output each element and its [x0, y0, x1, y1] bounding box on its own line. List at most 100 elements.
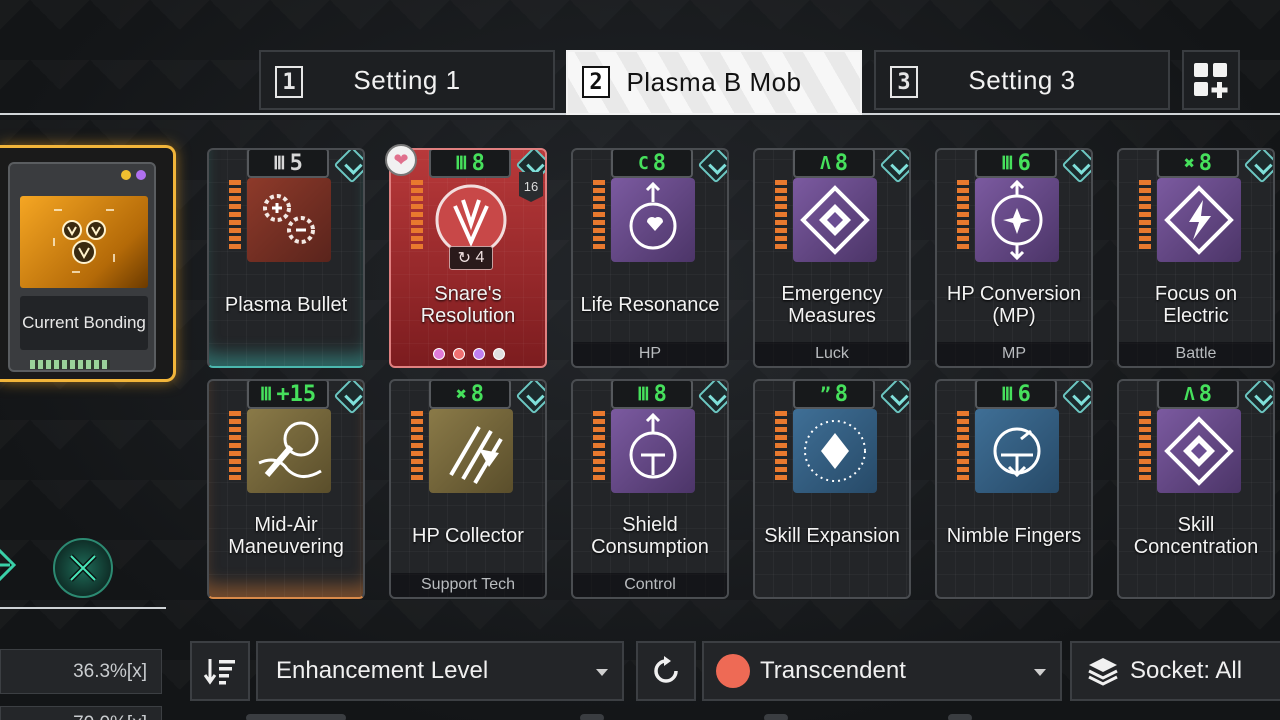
module-category: MP — [937, 342, 1091, 366]
enhancement-bars — [229, 411, 241, 481]
grapple-hook-icon — [247, 409, 331, 493]
module-category: Control — [573, 573, 727, 597]
socket-filter-button[interactable]: Socket: All — [1070, 641, 1280, 701]
slash-bars-icon: Ⅲ — [259, 383, 273, 405]
module-cost-value: 8 — [834, 150, 849, 176]
module-cost-value: +15 — [276, 381, 317, 407]
slash-bars-icon: Ⅲ — [1001, 383, 1014, 405]
refresh-icon — [654, 656, 678, 683]
module-card[interactable]: Ⅲ +15 Mid-Air Maneuvering — [207, 379, 365, 599]
cooldown-badge: ↻ 4 — [449, 246, 493, 270]
tab-setting-3[interactable]: 3 Setting 3 — [874, 50, 1170, 110]
shield-cycle-icon — [611, 409, 695, 493]
module-name: HP Conversion (MP) — [946, 283, 1082, 327]
bonding-progress-bar — [30, 360, 110, 369]
gem-dot — [453, 348, 465, 360]
tab-setting-1[interactable]: 1 Setting 1 — [259, 50, 555, 110]
module-cost-value: 8 — [652, 150, 667, 176]
tab-number: 3 — [890, 66, 918, 98]
lightning-diamond-icon — [1157, 178, 1241, 262]
module-edge-icon[interactable] — [0, 545, 18, 585]
tab-plasma-b-mob[interactable]: 2 Plasma B Mob — [566, 50, 862, 115]
module-category: HP — [573, 342, 727, 366]
sort-order-button[interactable] — [190, 641, 250, 701]
tab-number: 1 — [275, 66, 303, 98]
enhancement-bars — [593, 180, 605, 250]
module-card[interactable]: ” 8 Skill Expansion — [753, 379, 911, 599]
claw-slash-icon — [429, 409, 513, 493]
tab-number: 2 — [582, 66, 610, 98]
stat-value-row: 70.0%[x] — [0, 706, 162, 720]
enhancement-bars — [957, 180, 969, 250]
module-card[interactable]: Λ 8 Skill Concentration — [1117, 379, 1275, 599]
diamond-pattern-icon — [793, 178, 877, 262]
rarity-color-icon — [716, 654, 750, 688]
module-cost-value: 8 — [1198, 381, 1213, 407]
module-cost-badge: Ⅲ6 — [975, 381, 1057, 409]
current-bonding-panel[interactable]: Current Bonding — [0, 145, 176, 382]
gem-dot — [433, 348, 445, 360]
favorite-heart-icon[interactable]: ❤ — [385, 144, 417, 176]
module-card[interactable]: C 8 Life Resonance HP — [571, 148, 729, 368]
row-stub — [246, 714, 346, 720]
layers-icon — [1088, 658, 1118, 686]
c-shape-icon: C — [637, 152, 649, 174]
heart-arrow-icon — [611, 178, 695, 262]
module-category: Battle — [1119, 342, 1273, 366]
gem-dots — [433, 348, 505, 360]
add-preset-button[interactable] — [1182, 50, 1240, 110]
enhancement-bars — [593, 411, 605, 481]
socket-shield-icon — [697, 150, 727, 184]
socket-filter-label: Socket: All — [1130, 657, 1243, 684]
module-card[interactable]: Λ 8 Emergency Measures Luck — [753, 148, 911, 368]
module-card[interactable]: Ⅲ 6 Nimble Fingers — [935, 379, 1093, 599]
module-name: Skill Concentration — [1133, 514, 1259, 558]
module-name: Snare's Resolution — [420, 283, 516, 327]
module-name: Mid-Air Maneuvering — [228, 514, 344, 558]
module-card[interactable]: ✖ 8 Focus on Electric Battle — [1117, 148, 1275, 368]
sparkle-diamond-icon — [793, 409, 877, 493]
module-cost-badge: Λ8 — [793, 150, 875, 178]
module-name: Life Resonance — [580, 294, 720, 316]
module-cost-badge: Ⅲ8 — [429, 150, 511, 178]
sort-dropdown[interactable]: Enhancement Level — [256, 641, 624, 701]
grid-plus-icon — [1194, 63, 1228, 98]
bonding-dot — [121, 170, 131, 180]
refresh-icon: ↻ — [457, 250, 472, 267]
socket-shield-icon — [333, 381, 363, 415]
module-cost-value: 8 — [653, 381, 667, 407]
tab-label: Setting 1 — [353, 64, 461, 95]
module-cost-value: 8 — [834, 381, 849, 407]
module-cost-badge: ✖ 8 — [1157, 150, 1239, 178]
module-card[interactable]: Ⅲ 5 Plasma Bullet — [207, 148, 365, 368]
diamond-pattern-icon — [1157, 409, 1241, 493]
socket-shield-icon — [697, 381, 727, 415]
module-cost-badge: Ⅲ6 — [975, 150, 1057, 178]
rarity-dropdown[interactable]: Transcendent — [702, 641, 1062, 701]
module-level-tag: 16 — [519, 172, 543, 202]
tab-label: Plasma B Mob — [626, 67, 802, 97]
slash-bars-icon: Ⅲ — [455, 152, 468, 174]
wrench-cross-icon[interactable] — [53, 538, 113, 598]
reset-filter-button[interactable] — [636, 641, 696, 701]
module-card[interactable]: Ⅲ 8 Shield Consumption Control — [571, 379, 729, 599]
module-card[interactable]: ✖ 8 HP Collector Support Tech — [389, 379, 547, 599]
arrows-circle-icon — [975, 409, 1059, 493]
module-cost-badge: Ⅲ5 — [247, 150, 329, 178]
slash-bars-icon: Ⅲ — [273, 152, 286, 174]
socket-shield-icon — [333, 150, 363, 184]
chevron-up-icon: Λ — [819, 152, 831, 174]
module-card[interactable]: Ⅲ 8 16 ↻ 4 Snare's Resolution — [389, 148, 547, 368]
stat-value-row: 36.3%[x] — [0, 649, 162, 694]
module-cost-value: 8 — [1198, 150, 1213, 176]
module-cost-value: 8 — [470, 381, 485, 407]
enhancement-bars — [775, 180, 787, 250]
module-cost-value: 6 — [1017, 150, 1031, 176]
module-card[interactable]: Ⅲ 6 HP Conversion (MP) MP — [935, 148, 1093, 368]
module-cost-value: 8 — [471, 150, 485, 176]
socket-shield-icon — [879, 381, 909, 415]
gem-dot — [493, 348, 505, 360]
module-name: Nimble Fingers — [946, 525, 1082, 547]
socket-shield-icon — [1243, 381, 1273, 415]
cooldown-value: 4 — [475, 249, 485, 266]
